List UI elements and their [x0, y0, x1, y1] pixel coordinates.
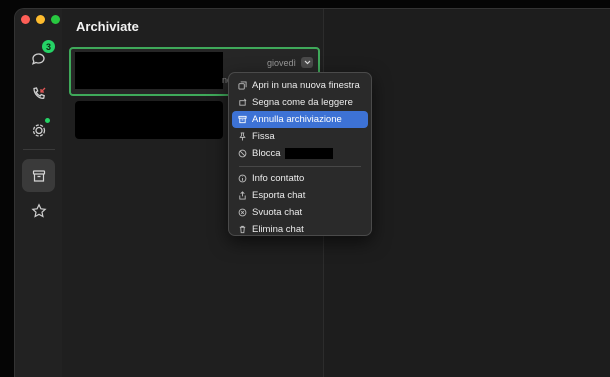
page-title: Archiviate — [76, 19, 139, 34]
export-icon — [238, 191, 246, 200]
menu-item-label: Info contatto — [252, 173, 305, 184]
calls-icon — [33, 87, 46, 99]
chat-context-menu: Apri in una nuova finestra Segna come da… — [228, 72, 372, 236]
archive-icon — [32, 169, 45, 182]
menu-item-label: Apri in una nuova finestra — [252, 80, 360, 91]
rail-chats-button[interactable]: 3 — [24, 40, 55, 74]
redacted-chat-info — [75, 52, 223, 89]
chat-row-redacted[interactable] — [75, 101, 223, 139]
mark-unread-icon — [238, 98, 246, 106]
menu-item-delete-chat[interactable]: Elimina chat — [232, 221, 368, 238]
menu-item-label: Segna come da leggere — [252, 97, 353, 108]
menu-item-open-new-window[interactable]: Apri in una nuova finestra — [232, 77, 368, 94]
starred-icon — [31, 203, 47, 218]
sidebar-rail: 3 — [15, 9, 63, 377]
info-icon — [238, 174, 246, 183]
menu-item-contact-info[interactable]: Info contatto — [232, 170, 368, 187]
chat-options-button[interactable] — [301, 57, 313, 68]
unarchive-icon — [237, 115, 247, 124]
menu-item-label: Blocca — [252, 148, 281, 159]
menu-item-mark-unread[interactable]: Segna come da leggere — [232, 94, 368, 111]
menu-item-block[interactable]: Blocca — [232, 145, 368, 162]
menu-item-label: Svuota chat — [252, 207, 303, 218]
redacted-contact-name — [284, 148, 333, 159]
menu-item-pin[interactable]: Fissa — [232, 128, 368, 145]
trash-icon — [239, 225, 245, 234]
menu-item-export-chat[interactable]: Esporta chat — [232, 187, 368, 204]
status-icon — [32, 124, 46, 137]
menu-item-label: Annulla archiviazione — [252, 114, 342, 125]
minimize-window-button[interactable] — [36, 15, 45, 24]
rail-status-button[interactable] — [24, 115, 54, 145]
menu-item-unarchive[interactable]: Annulla archiviazione — [232, 111, 368, 128]
rail-archive-button[interactable] — [22, 159, 55, 192]
status-update-dot — [45, 118, 50, 123]
clear-icon — [238, 208, 246, 217]
maximize-window-button[interactable] — [51, 15, 60, 24]
rail-divider — [23, 149, 55, 150]
unread-badge: 3 — [42, 40, 55, 53]
pin-icon — [238, 132, 246, 141]
chats-icon — [31, 53, 45, 65]
menu-item-label: Esporta chat — [252, 190, 306, 201]
menu-item-clear-chat[interactable]: Svuota chat — [232, 204, 368, 221]
new-window-icon — [237, 81, 247, 90]
window-controls — [21, 15, 60, 24]
menu-item-label: Fissa — [252, 131, 275, 142]
close-window-button[interactable] — [21, 15, 30, 24]
rail-calls-button[interactable] — [24, 79, 54, 109]
block-icon — [238, 149, 246, 158]
rail-starred-button[interactable] — [24, 196, 54, 226]
menu-item-label: Elimina chat — [252, 224, 304, 235]
chevron-down-icon — [304, 60, 310, 65]
menu-divider — [239, 166, 361, 167]
chat-timestamp: giovedì — [266, 58, 296, 68]
